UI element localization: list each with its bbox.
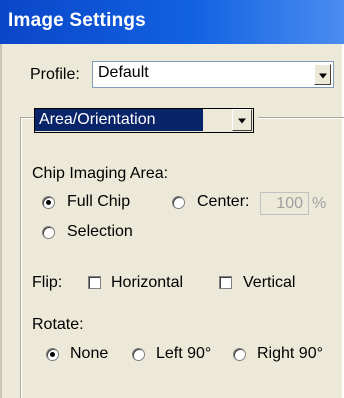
chevron-down-icon [238, 118, 246, 124]
center-percent-input[interactable]: 100 [260, 192, 309, 215]
rotate-left-label[interactable]: Left 90° [156, 345, 211, 363]
image-settings-window: Image Settings Profile: Default Area/Ori… [0, 0, 344, 398]
percent-label: % [312, 195, 327, 212]
vertical-checkbox[interactable] [219, 276, 232, 289]
flip-label: Flip: [32, 274, 63, 291]
chevron-down-icon [318, 73, 327, 78]
rotate-none-radio[interactable] [46, 348, 59, 361]
center-radio[interactable] [172, 196, 185, 209]
profile-label: Profile: [30, 66, 80, 83]
title-bar[interactable]: Image Settings [0, 0, 344, 44]
window-title: Image Settings [8, 10, 146, 31]
selection-label[interactable]: Selection [67, 223, 133, 241]
profile-select[interactable]: Default [92, 61, 334, 88]
rotate-left-radio[interactable] [132, 348, 145, 361]
section-dropdown-button[interactable] [232, 109, 252, 131]
chip-area-label: Chip Imaging Area: [32, 165, 169, 182]
full-chip-label[interactable]: Full Chip [67, 193, 130, 211]
horizontal-label[interactable]: Horizontal [111, 274, 183, 292]
rotate-right-radio[interactable] [233, 348, 246, 361]
full-chip-radio[interactable] [42, 196, 55, 209]
horizontal-checkbox[interactable] [88, 276, 101, 289]
profile-value: Default [98, 64, 149, 81]
center-label[interactable]: Center: [197, 193, 249, 211]
radio-selected-dot [46, 200, 51, 205]
section-select[interactable]: Area/Orientation [34, 108, 258, 134]
rotate-none-label[interactable]: None [70, 345, 108, 363]
radio-selected-dot [50, 352, 55, 357]
section-selected-value: Area/Orientation [35, 109, 203, 131]
rotate-label: Rotate: [32, 316, 84, 333]
profile-dropdown-button[interactable] [314, 64, 331, 85]
vertical-label[interactable]: Vertical [243, 274, 295, 292]
selection-radio[interactable] [42, 226, 55, 239]
rotate-right-label[interactable]: Right 90° [257, 345, 323, 363]
